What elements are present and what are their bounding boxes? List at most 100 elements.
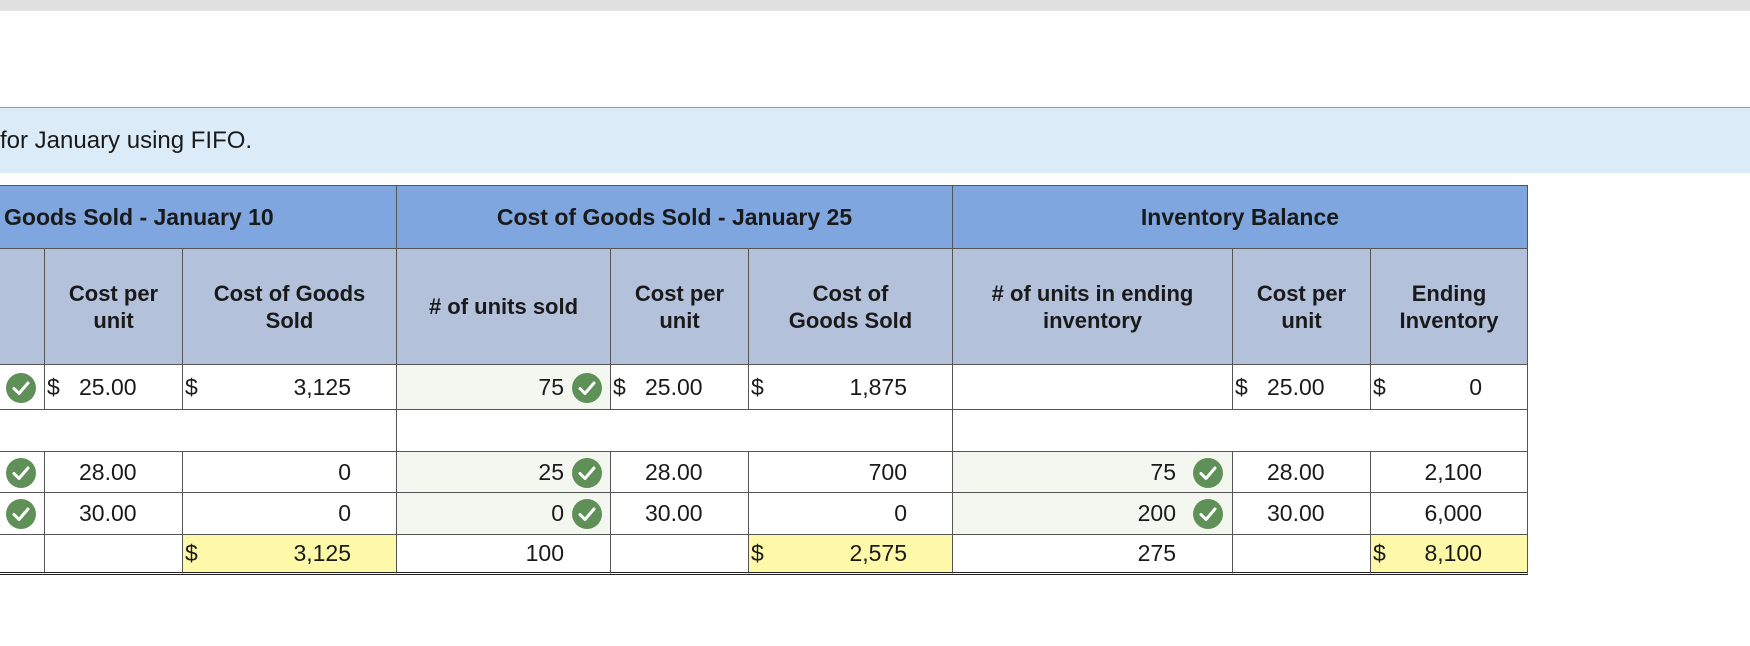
col-header-j25-cost-per-unit: Cost per unit: [610, 248, 749, 365]
cell-value: 25.00: [1267, 374, 1325, 400]
cell-value: 75: [1150, 459, 1176, 485]
cell-value: 275: [1137, 540, 1176, 566]
col-header-bal-ending: Ending Inventory: [1370, 248, 1528, 365]
header-balance-label: Inventory Balance: [1140, 203, 1340, 230]
header-balance: Inventory Balance: [952, 185, 1528, 249]
row1-bal-units[interactable]: [952, 364, 1233, 410]
cell-value: 28.00: [645, 459, 703, 485]
row3-j25-units-sold[interactable]: 0: [396, 492, 611, 535]
currency-symbol: $: [751, 374, 764, 400]
currency-symbol: $: [185, 374, 198, 400]
totals-bal-cost-per-unit: [1232, 534, 1371, 575]
cell-value: 25.00: [79, 374, 137, 400]
col-header-text: # of units sold: [428, 294, 579, 319]
currency-symbol: $: [1373, 540, 1386, 566]
currency-symbol: $: [1235, 374, 1248, 400]
row1-j10-cost-per-unit[interactable]: $ 25.00: [44, 364, 183, 410]
cell-value: 700: [868, 459, 907, 485]
cell-value: 0: [551, 500, 564, 526]
cell-value: 25.00: [645, 374, 703, 400]
col-header-blank: [0, 248, 45, 365]
header-jan10-label: Goods Sold - January 10: [4, 203, 274, 230]
totals-j25-cogs[interactable]: $ 2,575: [748, 534, 953, 575]
row2-j25-units-sold[interactable]: 25: [396, 451, 611, 493]
cell-value: 8,100: [1424, 540, 1482, 566]
spacer-row-balance: [952, 409, 1528, 452]
row2-j10-cost-per-unit[interactable]: 28.00: [44, 451, 183, 493]
cell-value: 200: [1137, 500, 1176, 526]
cell-value: 30.00: [1267, 500, 1325, 526]
cell-value: 0: [894, 500, 907, 526]
col-header-text: Cost per unit: [1256, 280, 1347, 333]
row2-bal-ending[interactable]: 2,100: [1370, 451, 1528, 493]
check-icon: [572, 373, 602, 403]
row2-bal-cost-per-unit[interactable]: 28.00: [1232, 451, 1371, 493]
cell-value: 25: [538, 459, 564, 485]
cell-value: 3,125: [293, 540, 351, 566]
row1-bal-ending[interactable]: $ 0: [1370, 364, 1528, 410]
col-header-text: Ending Inventory: [1399, 280, 1499, 333]
row3-j25-cogs[interactable]: 0: [748, 492, 953, 535]
cell-value: 30.00: [79, 500, 137, 526]
currency-symbol: $: [185, 540, 198, 566]
row1-j10-cogs[interactable]: $ 3,125: [182, 364, 397, 410]
row3-bal-units[interactable]: 200: [952, 492, 1233, 535]
check-icon: [572, 458, 602, 488]
row3-bal-cost-per-unit[interactable]: 30.00: [1232, 492, 1371, 535]
cell-value: 100: [525, 540, 564, 566]
cell-value: 30.00: [645, 500, 703, 526]
totals-j25-cost-per-unit: [610, 534, 749, 575]
cell-value: 2,575: [849, 540, 907, 566]
instruction-text: for January using FIFO.: [0, 108, 1750, 173]
col-header-text: Cost per unit: [68, 280, 159, 333]
row3-j10-cogs[interactable]: 0: [182, 492, 397, 535]
cell-value: 3,125: [293, 374, 351, 400]
totals-blank-check: [0, 534, 45, 575]
row2-check-cell: [0, 451, 45, 493]
col-header-bal-units: # of units in ending inventory: [952, 248, 1233, 365]
row3-check-cell: [0, 492, 45, 535]
check-icon: [1193, 499, 1223, 529]
cell-value: 0: [338, 500, 351, 526]
totals-j10-cogs[interactable]: $ 3,125: [182, 534, 397, 575]
cell-value: 0: [338, 459, 351, 485]
col-header-j25-cogs: Cost of Goods Sold: [748, 248, 953, 365]
currency-symbol: $: [613, 374, 626, 400]
cell-value: 6,000: [1424, 500, 1482, 526]
header-jan25: Cost of Goods Sold - January 25: [396, 185, 953, 249]
row2-j10-cogs[interactable]: 0: [182, 451, 397, 493]
col-header-j25-units-sold: # of units sold: [396, 248, 611, 365]
row3-j25-cost-per-unit[interactable]: 30.00: [610, 492, 749, 535]
totals-j25-units-sold: 100: [396, 534, 611, 575]
row2-j25-cost-per-unit[interactable]: 28.00: [610, 451, 749, 493]
row2-j25-cogs[interactable]: 700: [748, 451, 953, 493]
currency-symbol: $: [751, 540, 764, 566]
currency-symbol: $: [1373, 374, 1386, 400]
row1-check-cell: [0, 364, 45, 410]
col-header-text: # of units in ending inventory: [991, 280, 1194, 333]
cell-value: 0: [1469, 374, 1482, 400]
cell-value: 28.00: [79, 459, 137, 485]
cell-value: 75: [538, 374, 564, 400]
col-header-j10-cogs: Cost of Goods Sold: [182, 248, 397, 365]
check-icon: [572, 499, 602, 529]
row1-j25-cost-per-unit[interactable]: $ 25.00: [610, 364, 749, 410]
row1-j25-units-sold[interactable]: 75: [396, 364, 611, 410]
row1-bal-cost-per-unit[interactable]: $ 25.00: [1232, 364, 1371, 410]
check-icon: [1193, 458, 1223, 488]
row2-bal-units[interactable]: 75: [952, 451, 1233, 493]
check-icon: [6, 458, 36, 488]
top-bar: [0, 0, 1750, 11]
totals-bal-ending[interactable]: $ 8,100: [1370, 534, 1528, 575]
col-header-text: Cost of Goods Sold: [213, 280, 366, 333]
spacer-row-jan25: [396, 409, 953, 452]
row3-bal-ending[interactable]: 6,000: [1370, 492, 1528, 535]
row3-j10-cost-per-unit[interactable]: 30.00: [44, 492, 183, 535]
col-header-j10-cost-per-unit: Cost per unit: [44, 248, 183, 365]
totals-j10-cost-per-unit: [44, 534, 183, 575]
check-icon: [6, 499, 36, 529]
cell-value: 28.00: [1267, 459, 1325, 485]
header-jan25-label: Cost of Goods Sold - January 25: [496, 203, 853, 230]
totals-bal-units: 275: [952, 534, 1233, 575]
row1-j25-cogs[interactable]: $ 1,875: [748, 364, 953, 410]
